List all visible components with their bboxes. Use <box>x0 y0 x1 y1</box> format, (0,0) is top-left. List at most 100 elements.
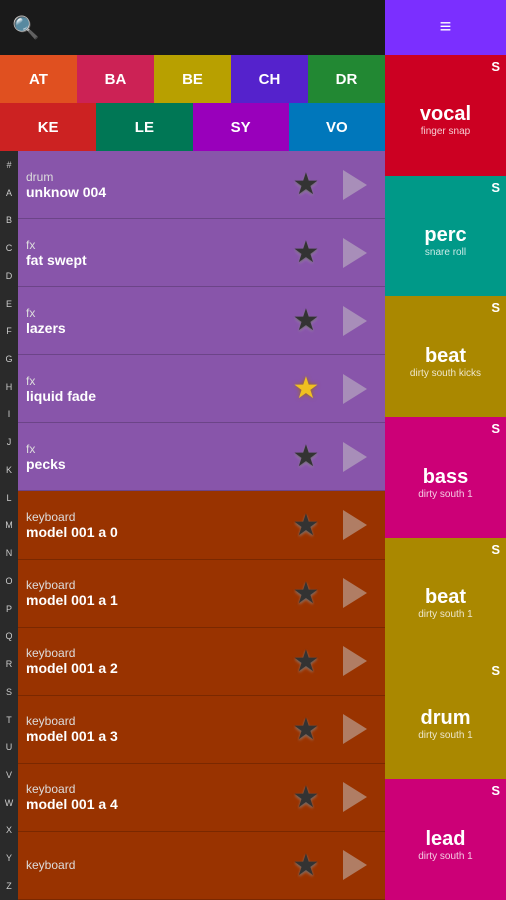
tab-be[interactable]: BE <box>154 55 231 103</box>
tab-vo[interactable]: VO <box>289 103 385 151</box>
item-line2: model 001 a 2 <box>26 660 280 676</box>
alpha-letter-m[interactable]: M <box>0 512 18 540</box>
star-button[interactable]: ★ <box>280 567 332 619</box>
alpha-letter-p[interactable]: P <box>0 595 18 623</box>
left-panel: 🔍 ATBABECHDR KELESYVO #ABCDEFGHIJKLMNOPQ… <box>0 0 385 900</box>
item-line1: fx <box>26 374 280 388</box>
play-button[interactable] <box>332 775 377 820</box>
item-line1: fx <box>26 442 280 456</box>
item-line2: unknow 004 <box>26 184 280 200</box>
item-line2: model 001 a 4 <box>26 796 280 812</box>
star-button[interactable]: ★ <box>280 363 332 415</box>
alpha-letter-o[interactable]: O <box>0 567 18 595</box>
play-button[interactable] <box>332 298 377 343</box>
alpha-letter-q[interactable]: Q <box>0 622 18 650</box>
play-button[interactable] <box>332 639 377 684</box>
list-item[interactable]: keyboardmodel 001 a 0 ★ <box>18 491 385 559</box>
play-button[interactable] <box>332 434 377 479</box>
list-item[interactable]: keyboardmodel 001 a 1★ <box>18 560 385 628</box>
alpha-letter-l[interactable]: L <box>0 484 18 512</box>
tile-s-label: S <box>491 542 500 557</box>
right-tile-beat-2[interactable]: Sbeatdirty south kicks <box>385 296 506 417</box>
play-button[interactable] <box>332 571 377 616</box>
alpha-letter-s[interactable]: S <box>0 678 18 706</box>
right-tile-bass-3[interactable]: Sbassdirty south 1 <box>385 417 506 538</box>
play-button[interactable] <box>332 843 377 888</box>
item-text: keyboardmodel 001 a 0 <box>26 510 280 540</box>
alpha-letter-y[interactable]: Y <box>0 844 18 872</box>
tab-ch[interactable]: CH <box>231 55 308 103</box>
alpha-letter-z[interactable]: Z <box>0 872 18 900</box>
alpha-letter-u[interactable]: U <box>0 733 18 761</box>
play-button[interactable] <box>332 230 377 275</box>
star-button[interactable]: ★ <box>280 159 332 211</box>
alpha-letter-k[interactable]: K <box>0 456 18 484</box>
play-triangle-icon <box>343 782 367 812</box>
alpha-letter-d[interactable]: D <box>0 262 18 290</box>
tile-label: drum <box>421 707 471 730</box>
alpha-letter-t[interactable]: T <box>0 706 18 734</box>
right-tile-lead-6[interactable]: Sleaddirty south 1 <box>385 779 506 900</box>
alpha-letter-h[interactable]: H <box>0 373 18 401</box>
list-item[interactable]: keyboard★ <box>18 832 385 900</box>
star-button[interactable]: ★ <box>280 499 332 551</box>
tab-ba[interactable]: BA <box>77 55 154 103</box>
star-button[interactable]: ★ <box>280 431 332 483</box>
alpha-letter-n[interactable]: N <box>0 539 18 567</box>
list-content: drumunknow 004★fxfat swept★fxlazers★fxli… <box>18 151 385 900</box>
alpha-letter-j[interactable]: J <box>0 428 18 456</box>
tab-le[interactable]: LE <box>96 103 192 151</box>
alpha-letter-b[interactable]: B <box>0 206 18 234</box>
item-line1: keyboard <box>26 578 280 592</box>
list-item[interactable]: fxlazers★ <box>18 287 385 355</box>
alpha-letter-c[interactable]: C <box>0 234 18 262</box>
play-button[interactable] <box>332 707 377 752</box>
list-item[interactable]: fxpecks★ <box>18 423 385 491</box>
right-tile-vocal-0[interactable]: Svocalfinger snap <box>385 55 506 176</box>
item-line1: drum <box>26 170 280 184</box>
play-button[interactable] <box>332 366 377 411</box>
play-button[interactable] <box>332 503 377 548</box>
alpha-letter-r[interactable]: R <box>0 650 18 678</box>
list-item[interactable]: keyboardmodel 001 a 3★ <box>18 696 385 764</box>
list-item[interactable]: drumunknow 004★ <box>18 151 385 219</box>
right-tile-beat-4[interactable]: Sbeatdirty south 1 <box>385 538 506 659</box>
alpha-letter-#[interactable]: # <box>0 151 18 179</box>
tab-dr[interactable]: DR <box>308 55 385 103</box>
right-tiles: Svocalfinger snapSpercsnare rollSbeatdir… <box>385 55 506 900</box>
star-button[interactable]: ★ <box>280 703 332 755</box>
tab-ke[interactable]: KE <box>0 103 96 151</box>
star-button[interactable]: ★ <box>280 839 332 891</box>
search-bar: 🔍 <box>0 0 385 55</box>
list-item[interactable]: fxliquid fade★ <box>18 355 385 423</box>
search-icon[interactable]: 🔍 <box>12 15 39 41</box>
alpha-letter-g[interactable]: G <box>0 345 18 373</box>
tile-s-label: S <box>491 421 500 436</box>
alpha-letter-e[interactable]: E <box>0 290 18 318</box>
alpha-letter-w[interactable]: W <box>0 789 18 817</box>
right-tile-drum-5[interactable]: Sdrumdirty south 1 <box>385 659 506 780</box>
alpha-letter-v[interactable]: V <box>0 761 18 789</box>
menu-button[interactable]: ≡ <box>385 0 506 55</box>
star-icon: ★ <box>293 439 320 474</box>
tab-at[interactable]: AT <box>0 55 77 103</box>
list-item[interactable]: fxfat swept★ <box>18 219 385 287</box>
play-button[interactable] <box>332 162 377 207</box>
star-button[interactable]: ★ <box>280 227 332 279</box>
star-button[interactable]: ★ <box>280 295 332 347</box>
star-button[interactable]: ★ <box>280 635 332 687</box>
list-area: #ABCDEFGHIJKLMNOPQRSTUVWXYZ drumunknow 0… <box>0 151 385 900</box>
list-item[interactable]: keyboardmodel 001 a 4★ <box>18 764 385 832</box>
alpha-letter-f[interactable]: F <box>0 317 18 345</box>
star-icon: ★ <box>293 508 320 543</box>
star-button[interactable]: ★ <box>280 771 332 823</box>
item-text: drumunknow 004 <box>26 170 280 200</box>
alpha-letter-i[interactable]: I <box>0 401 18 429</box>
category-tabs-row2: KELESYVO <box>0 103 385 151</box>
alpha-letter-x[interactable]: X <box>0 817 18 845</box>
alpha-letter-a[interactable]: A <box>0 179 18 207</box>
right-tile-perc-1[interactable]: Spercsnare roll <box>385 176 506 297</box>
tile-sublabel: dirty south 1 <box>418 609 472 620</box>
list-item[interactable]: keyboardmodel 001 a 2★ <box>18 628 385 696</box>
tab-sy[interactable]: SY <box>193 103 289 151</box>
